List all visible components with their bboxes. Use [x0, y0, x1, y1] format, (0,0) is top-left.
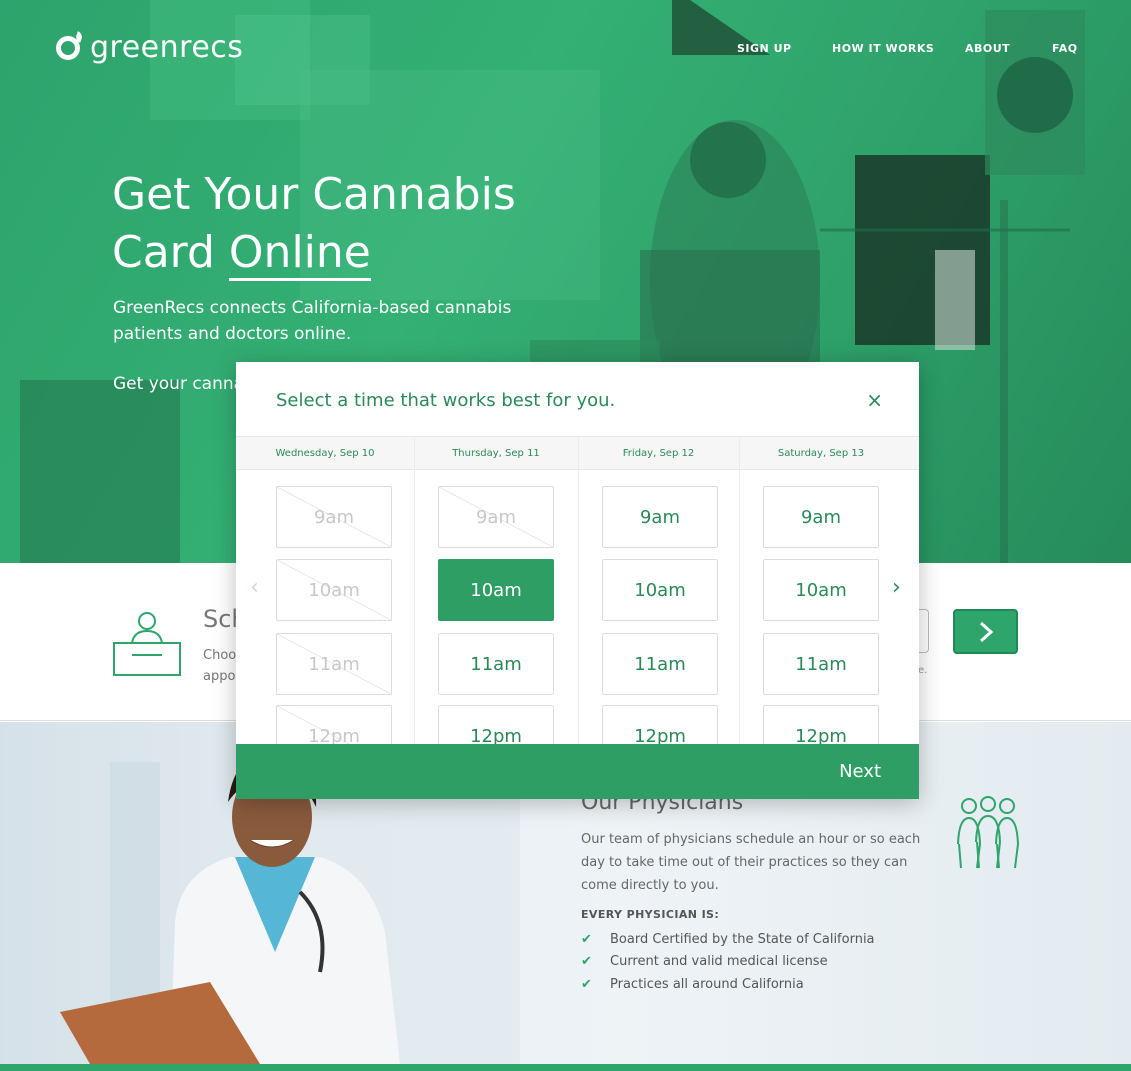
time-slot[interactable]: 10am — [602, 559, 718, 621]
time-slot: 12pm — [276, 705, 392, 744]
time-slot[interactable]: 10am — [763, 559, 879, 621]
zip-note: e. — [918, 665, 928, 676]
physicians-list-label: EVERY PHYSICIAN IS: — [581, 908, 720, 921]
time-slot: 9am — [438, 486, 554, 548]
continue-button[interactable] — [953, 609, 1018, 654]
time-slot[interactable]: 11am — [602, 633, 718, 695]
close-icon[interactable]: × — [866, 390, 883, 410]
time-picker-modal: Select a time that works best for you. ×… — [236, 362, 919, 799]
physicians-list: ✔ Board Certified by the State of Califor… — [581, 928, 875, 996]
nav-faq[interactable]: FAQ — [1052, 42, 1078, 55]
time-slot[interactable]: 12pm — [602, 705, 718, 744]
next-button[interactable]: Next — [839, 761, 881, 782]
hero-title-line2a: Card — [112, 227, 229, 278]
time-slot[interactable]: 11am — [763, 633, 879, 695]
time-slot[interactable]: 10am — [438, 559, 554, 621]
nav-about[interactable]: ABOUT — [965, 42, 1010, 55]
physicians-body: Our team of physicians schedule an hour … — [581, 832, 921, 893]
hero-title: Get Your Cannabis Card Online — [112, 166, 572, 282]
hero-title-line1: Get Your Cannabis — [112, 169, 516, 220]
time-slot: 11am — [276, 633, 392, 695]
list-item: ✔ Practices all around California — [581, 973, 875, 996]
previous-arrow-icon[interactable]: ‹ — [250, 577, 259, 599]
time-slot[interactable]: 12pm — [438, 705, 554, 744]
footer-accent-bar — [0, 1064, 1131, 1071]
doctor-desk-icon — [113, 612, 181, 676]
time-slot[interactable]: 9am — [602, 486, 718, 548]
modal-header: Select a time that works best for you. × — [236, 362, 919, 436]
list-item-text: Current and valid medical license — [610, 954, 828, 970]
nav-sign-up[interactable]: SIGN UP — [737, 42, 792, 55]
step-desc-line2: appoi — [203, 669, 240, 684]
time-slot: 9am — [276, 486, 392, 548]
day-header: Thursday, Sep 11 — [452, 448, 540, 459]
modal-title: Select a time that works best for you. — [276, 390, 616, 411]
check-icon: ✔ — [581, 954, 592, 970]
check-icon: ✔ — [581, 931, 592, 947]
hero-title-online: Online — [228, 227, 371, 281]
hero-cta-text: Get your canna — [113, 374, 245, 394]
day-header: Friday, Sep 12 — [622, 448, 695, 459]
day-header: Wednesday, Sep 10 — [275, 448, 375, 459]
hero-subtitle: GreenRecs connects California-based cann… — [113, 298, 512, 344]
list-item: ✔ Current and valid medical license — [581, 951, 875, 974]
time-slot: 10am — [276, 559, 392, 621]
time-slot[interactable]: 12pm — [763, 705, 879, 744]
list-item: ✔ Board Certified by the State of Califor… — [581, 928, 875, 951]
day-header: Saturday, Sep 13 — [777, 448, 865, 459]
top-nav: SIGN UP HOW IT WORKS ABOUT FAQ — [0, 42, 1131, 56]
chevron-right-icon — [979, 621, 993, 642]
time-slot[interactable]: 9am — [763, 486, 879, 548]
time-slot[interactable]: 11am — [438, 633, 554, 695]
check-icon: ✔ — [581, 976, 592, 992]
modal-footer: Next — [236, 744, 919, 799]
list-item-text: Board Certified by the State of Californ… — [610, 931, 875, 947]
time-slot-grid: 9am 10am 11am 12pm 9am 10am 11am 12pm 9am 10am 11a… — [236, 470, 919, 744]
list-item-text: Practices all around California — [610, 976, 804, 992]
nav-how-it-works[interactable]: HOW IT WORKS — [832, 42, 934, 55]
next-arrow-icon[interactable]: › — [892, 577, 901, 599]
physicians-group-icon — [957, 796, 1020, 869]
